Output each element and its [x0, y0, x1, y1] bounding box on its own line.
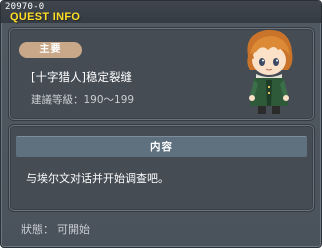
category-tag: 主要 — [19, 42, 82, 58]
required-level: 建議等級：190～199 — [31, 94, 135, 106]
npc-portrait-icon — [247, 29, 293, 114]
content-text: 与埃尔文对话并开始调查吧。 — [26, 172, 169, 185]
status-label: 狀態： — [21, 223, 54, 236]
window-title: QUEST INFO — [10, 11, 81, 23]
status-value: 可開始 — [57, 223, 90, 236]
quest-name: [十字猎人]稳定裂缝 — [31, 70, 132, 84]
content-header: 内容 — [16, 136, 307, 157]
content-panel: 内容 与埃尔文对话并开始调查吧。 — [9, 125, 314, 211]
quest-info-window: 20970-0 QUEST INFO 主要 [十字猎人]稳定裂缝 建議等級：19… — [0, 0, 322, 248]
quest-header-panel: 主要 [十字猎人]稳定裂缝 建議等級：190～199 — [9, 28, 314, 120]
